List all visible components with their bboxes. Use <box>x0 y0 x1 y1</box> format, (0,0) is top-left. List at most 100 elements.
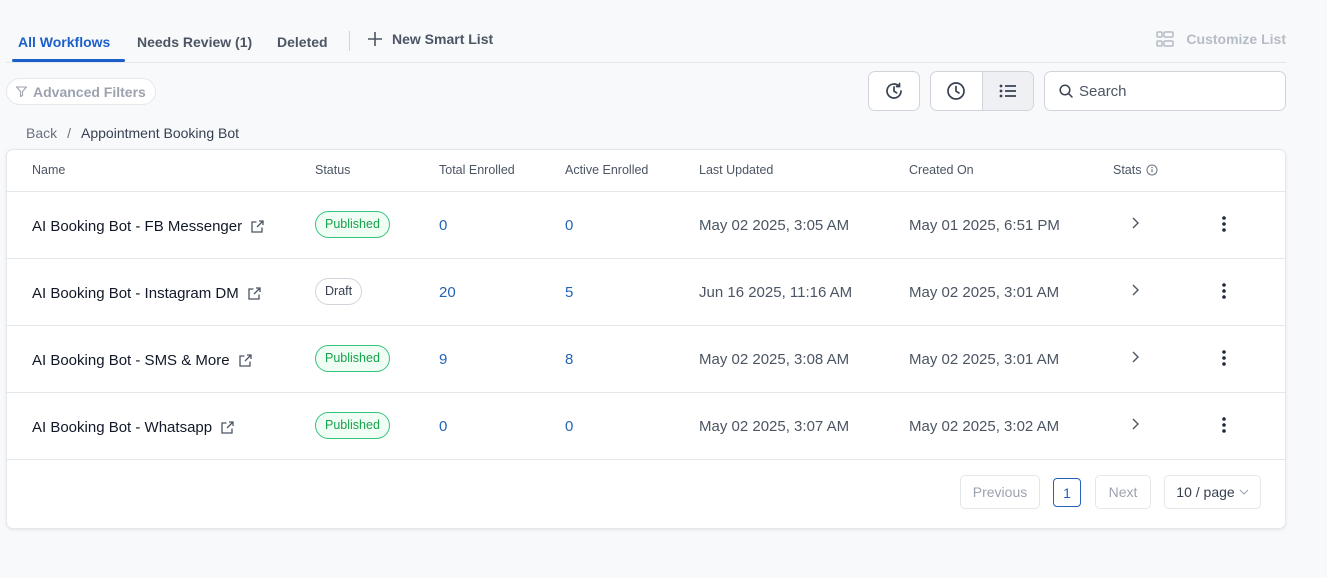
tab-divider <box>349 31 350 51</box>
more-vertical-icon <box>1222 283 1226 299</box>
header-total-enrolled: Total Enrolled <box>439 163 515 177</box>
table-header: Name Status Total Enrolled Active Enroll… <box>7 150 1285 192</box>
stats-chevron-button[interactable] <box>1131 216 1140 234</box>
header-name: Name <box>32 163 66 177</box>
active-enrolled-value[interactable]: 8 <box>565 351 573 368</box>
header-created-on: Created On <box>909 163 974 177</box>
clock-view-button[interactable] <box>931 72 982 110</box>
chevron-right-icon <box>1132 351 1139 363</box>
advanced-filters-label: Advanced Filters <box>33 83 146 100</box>
breadcrumb-separator: / <box>67 125 72 141</box>
external-link-icon[interactable] <box>247 286 262 301</box>
status-cell: Published <box>315 345 390 372</box>
status-badge: Draft <box>315 278 363 305</box>
created-on-value: May 01 2025, 6:51 PM <box>909 217 1060 234</box>
advanced-filters-button[interactable]: Advanced Filters <box>6 78 156 105</box>
status-badge: Published <box>315 412 390 439</box>
last-updated-value: May 02 2025, 3:07 AM <box>699 418 850 435</box>
chevron-down-icon <box>1239 489 1249 495</box>
workflow-name-link[interactable]: AI Booking Bot - SMS & More <box>32 352 253 369</box>
customize-list-button[interactable]: Customize List <box>1156 31 1286 47</box>
more-vertical-icon <box>1222 350 1226 366</box>
status-cell: Published <box>315 211 390 238</box>
tab-deleted[interactable]: Deleted <box>277 34 328 50</box>
active-enrolled-value[interactable]: 0 <box>565 217 573 234</box>
search-icon <box>1059 84 1073 98</box>
active-enrolled-value[interactable]: 5 <box>565 284 573 301</box>
last-updated-value: May 02 2025, 3:08 AM <box>699 351 850 368</box>
created-on-value: May 02 2025, 3:01 AM <box>909 351 1060 368</box>
header-active-enrolled: Active Enrolled <box>565 163 649 177</box>
table-row[interactable]: AI Booking Bot - SMS & More Published 9 … <box>7 326 1285 393</box>
external-link-icon[interactable] <box>250 219 265 234</box>
more-vertical-icon <box>1222 216 1226 232</box>
header-status: Status <box>315 163 351 177</box>
row-menu-button[interactable] <box>1221 349 1227 371</box>
search-box <box>1044 71 1286 111</box>
breadcrumb-back-link[interactable]: Back <box>26 125 57 141</box>
status-badge: Published <box>315 211 390 238</box>
tab-all-workflows[interactable]: All Workflows <box>18 34 110 50</box>
breadcrumb: Back / Appointment Booking Bot <box>26 125 239 141</box>
stats-chevron-button[interactable] <box>1131 417 1140 435</box>
stats-chevron-button[interactable] <box>1131 283 1140 301</box>
more-vertical-icon <box>1222 417 1226 433</box>
table-row[interactable]: AI Booking Bot - Instagram DM Draft 20 5… <box>7 259 1285 326</box>
list-icon <box>999 84 1016 98</box>
last-updated-value: Jun 16 2025, 11:16 AM <box>699 284 853 301</box>
stats-chevron-button[interactable] <box>1131 350 1140 368</box>
workflow-name: AI Booking Bot - Whatsapp <box>32 419 213 436</box>
workflow-name-link[interactable]: AI Booking Bot - Whatsapp <box>32 419 235 436</box>
workflow-name: AI Booking Bot - SMS & More <box>32 352 230 369</box>
workflow-name-link[interactable]: AI Booking Bot - Instagram DM <box>32 285 262 302</box>
status-cell: Published <box>315 412 390 439</box>
workflow-tabs: All Workflows Needs Review (1) Deleted N… <box>6 20 1286 63</box>
active-enrolled-value[interactable]: 0 <box>565 418 573 435</box>
chevron-right-icon <box>1132 217 1139 229</box>
status-badge: Published <box>315 345 390 372</box>
layout-icon <box>1156 31 1175 47</box>
view-toggle-group <box>930 71 1034 111</box>
workflow-name: AI Booking Bot - Instagram DM <box>32 285 239 302</box>
workflow-name: AI Booking Bot - FB Messenger <box>32 218 243 235</box>
table-row[interactable]: AI Booking Bot - Whatsapp Published 0 0 … <box>7 393 1285 460</box>
page-1-button[interactable]: 1 <box>1053 478 1081 507</box>
header-stats-label: Stats <box>1113 163 1142 177</box>
row-menu-button[interactable] <box>1221 416 1227 438</box>
status-cell: Draft <box>315 278 363 305</box>
info-icon[interactable] <box>1146 164 1158 176</box>
external-link-icon[interactable] <box>220 420 235 435</box>
header-last-updated: Last Updated <box>699 163 774 177</box>
table-row[interactable]: AI Booking Bot - FB Messenger Published … <box>7 192 1285 259</box>
chevron-right-icon <box>1132 418 1139 430</box>
created-on-value: May 02 2025, 3:01 AM <box>909 284 1060 301</box>
total-enrolled-value[interactable]: 0 <box>439 217 447 234</box>
new-smart-list-label: New Smart List <box>392 31 494 47</box>
page-size-select[interactable]: 10 / page <box>1164 475 1261 509</box>
clock-icon <box>947 82 966 100</box>
new-smart-list-button[interactable]: New Smart List <box>368 31 493 47</box>
workflow-name-link[interactable]: AI Booking Bot - FB Messenger <box>32 218 265 235</box>
last-updated-value: May 02 2025, 3:05 AM <box>699 217 850 234</box>
total-enrolled-value[interactable]: 9 <box>439 351 447 368</box>
header-stats: Stats <box>1113 163 1158 177</box>
history-icon <box>886 82 902 99</box>
list-view-button[interactable] <box>981 72 1033 110</box>
breadcrumb-current: Appointment Booking Bot <box>81 125 240 141</box>
search-input[interactable] <box>1079 82 1269 100</box>
created-on-value: May 02 2025, 3:02 AM <box>909 418 1060 435</box>
plus-icon <box>368 32 382 46</box>
total-enrolled-value[interactable]: 0 <box>439 418 447 435</box>
workflows-table: Name Status Total Enrolled Active Enroll… <box>6 149 1286 529</box>
previous-page-button[interactable]: Previous <box>960 475 1040 509</box>
row-menu-button[interactable] <box>1221 282 1227 304</box>
chevron-right-icon <box>1132 284 1139 296</box>
filter-icon <box>16 86 27 97</box>
history-button[interactable] <box>868 71 920 111</box>
next-page-button[interactable]: Next <box>1095 475 1151 509</box>
total-enrolled-value[interactable]: 20 <box>439 284 456 301</box>
row-menu-button[interactable] <box>1221 215 1227 237</box>
customize-list-label: Customize List <box>1186 31 1286 47</box>
tab-needs-review[interactable]: Needs Review (1) <box>137 34 252 50</box>
external-link-icon[interactable] <box>238 353 253 368</box>
